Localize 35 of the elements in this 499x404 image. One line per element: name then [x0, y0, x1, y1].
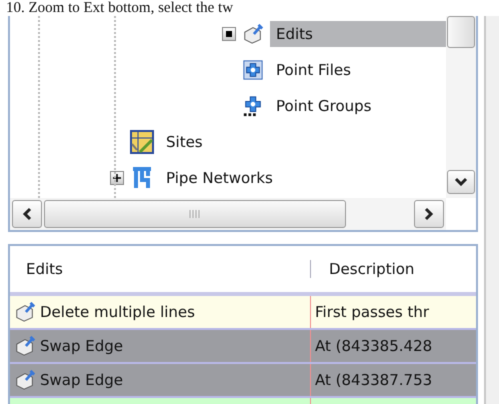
scrollbar-thumb[interactable]: [44, 200, 346, 228]
table-row[interactable]: Delete multiple lines First passes thr: [10, 296, 476, 330]
column-header[interactable]: Edits: [10, 260, 310, 278]
pipes-icon: [130, 166, 154, 190]
tree-item[interactable]: Point Files: [270, 57, 357, 83]
table-row[interactable]: Swap Edge At (843385.428: [10, 330, 476, 364]
chevron-left-icon: [22, 207, 32, 221]
table-cell: Delete multiple lines: [10, 296, 310, 328]
scrollbar-thumb[interactable]: [447, 16, 475, 48]
scroll-right-button[interactable]: [414, 200, 444, 228]
node-expander[interactable]: [222, 27, 236, 41]
site-map-icon: [130, 130, 154, 154]
table-cell: At (843387.753: [310, 364, 476, 396]
tree-item[interactable]: Pipe Networks: [160, 165, 279, 191]
column-header[interactable]: Description: [310, 260, 476, 278]
table-row[interactable]: Swap Edge At (843387.753: [10, 364, 476, 398]
table-cell: Swap Edge: [10, 330, 310, 362]
tree-item[interactable]: Sites: [160, 129, 209, 155]
document-gear-icon: [242, 59, 264, 81]
tree-item[interactable]: Point Groups: [270, 93, 378, 119]
tree-item[interactable]: Edits: [270, 21, 446, 47]
scroll-down-button[interactable]: [447, 170, 475, 194]
expand-button[interactable]: [110, 171, 124, 185]
table-cell: First passes thr: [310, 296, 476, 328]
chevron-down-icon: [454, 177, 468, 187]
gear-cross-icon: [242, 95, 264, 117]
table-cell: At (843385.428: [310, 330, 476, 362]
wrench-cube-icon: [14, 301, 36, 323]
scroll-left-button[interactable]: [12, 200, 42, 228]
wrench-cube-icon: [14, 369, 36, 391]
wrench-cube-icon: [242, 23, 264, 45]
wrench-cube-icon: [14, 335, 36, 357]
table-cell: Swap Edge: [10, 364, 310, 396]
chevron-right-icon: [424, 207, 434, 221]
instruction-text: 10. Zoom to Ext bottom, select the tw: [5, 0, 234, 16]
